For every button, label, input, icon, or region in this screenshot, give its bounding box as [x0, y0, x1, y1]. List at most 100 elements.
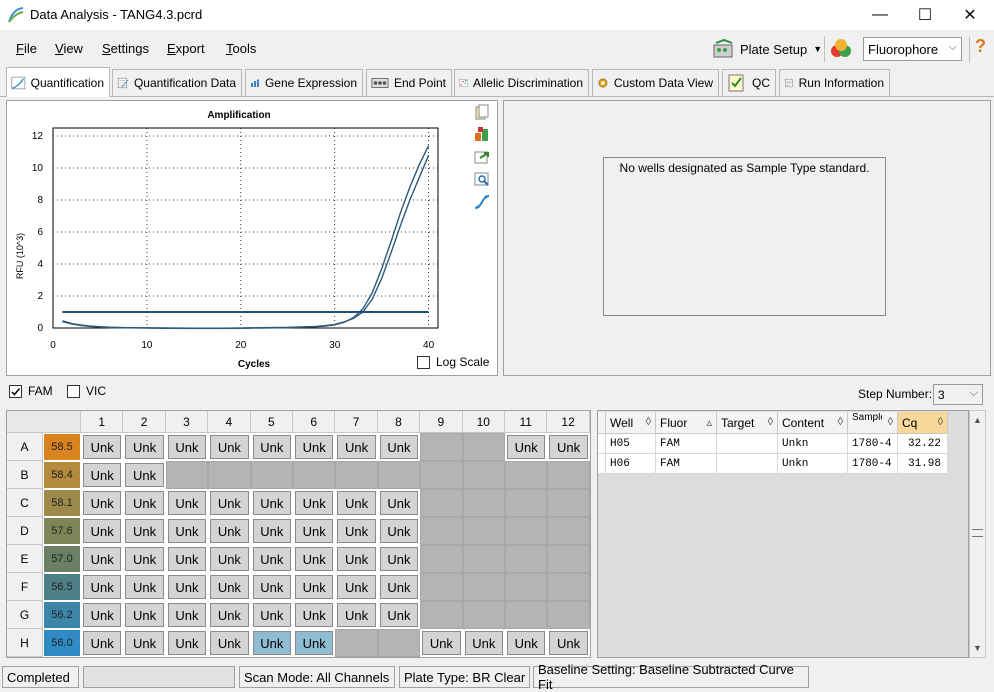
plate-column-header[interactable]: 12 [547, 411, 590, 433]
table-row-selector[interactable] [598, 434, 606, 454]
sort-icon[interactable]: ◊ [888, 416, 893, 428]
well-E4[interactable]: Unk [208, 545, 251, 573]
plate-row-header[interactable]: C [7, 489, 43, 517]
well-D7[interactable]: Unk [335, 517, 378, 545]
well-A4[interactable]: Unk [208, 433, 251, 461]
well-C9[interactable] [420, 489, 463, 517]
close-button[interactable]: ✕ [947, 0, 993, 30]
well-B2[interactable]: Unk [123, 461, 166, 489]
menu-settings[interactable]: Settings [102, 41, 149, 56]
well-D12[interactable] [547, 517, 590, 545]
well-H11[interactable]: Unk [505, 629, 548, 657]
well-G9[interactable] [420, 601, 463, 629]
well-G8[interactable]: Unk [377, 601, 421, 629]
plate-column-header[interactable]: 6 [293, 411, 336, 433]
well-G6[interactable]: Unk [293, 601, 336, 629]
well-D4[interactable]: Unk [208, 517, 251, 545]
table-cell[interactable] [717, 454, 778, 474]
step-number-select[interactable]: 3 ⌵ [933, 384, 983, 405]
menu-file[interactable]: File [16, 41, 37, 56]
plate-row-header[interactable]: F [7, 573, 43, 601]
well-A9[interactable] [420, 433, 463, 461]
well-F7[interactable]: Unk [335, 573, 378, 601]
zoom-chart-icon[interactable] [474, 171, 490, 187]
well-H9[interactable]: Unk [420, 629, 463, 657]
well-E11[interactable] [505, 545, 548, 573]
plate-row-header[interactable]: E [7, 545, 43, 573]
tab-quantification-data[interactable]: Quantification Data [112, 69, 242, 96]
well-G2[interactable]: Unk [123, 601, 166, 629]
well-D6[interactable]: Unk [293, 517, 336, 545]
tab-allelic-discrimination[interactable]: Allelic Discrimination [454, 69, 589, 96]
well-E10[interactable] [462, 545, 505, 573]
plate-row-header[interactable]: G [7, 601, 43, 629]
fam-check-box[interactable] [9, 384, 22, 398]
vic-check-box[interactable] [67, 384, 80, 398]
well-A5[interactable]: Unk [250, 433, 293, 461]
well-F10[interactable] [462, 573, 505, 601]
amplification-chart[interactable]: Amplification Cycles RFU (10^3) 0 10 20 30 4… [6, 100, 498, 376]
plate-column-header[interactable]: 1 [81, 411, 124, 433]
well-F12[interactable] [547, 573, 590, 601]
well-E8[interactable]: Unk [377, 545, 421, 573]
well-C3[interactable]: Unk [165, 489, 209, 517]
well-B1[interactable]: Unk [81, 461, 124, 489]
well-A1[interactable]: Unk [81, 433, 124, 461]
well-group-icon[interactable] [474, 126, 490, 142]
well-C7[interactable]: Unk [335, 489, 378, 517]
column-header-fluor[interactable]: Fluor ▵ [656, 412, 717, 434]
well-A6[interactable]: Unk [293, 433, 336, 461]
well-B9[interactable] [420, 461, 463, 489]
column-header-sample[interactable]: Sample ◊ [848, 412, 898, 434]
well-C11[interactable] [505, 489, 548, 517]
table-cell[interactable]: 1780-4 [848, 454, 898, 474]
well-B6[interactable] [293, 461, 336, 489]
well-A10[interactable] [462, 433, 505, 461]
plate-row-header[interactable]: D [7, 517, 43, 545]
plate-column-header[interactable]: 3 [165, 411, 209, 433]
table-cell[interactable] [717, 434, 778, 454]
well-F1[interactable]: Unk [81, 573, 124, 601]
well-F3[interactable]: Unk [165, 573, 209, 601]
table-scrollbar[interactable]: ▲ ▼ [969, 410, 986, 658]
well-A7[interactable]: Unk [335, 433, 378, 461]
export-chart-icon[interactable] [474, 149, 490, 165]
plate-row-header[interactable]: A [7, 433, 43, 461]
well-D1[interactable]: Unk [81, 517, 124, 545]
vic-checkbox[interactable]: VIC [67, 384, 106, 398]
tab-qc[interactable]: QC [722, 69, 776, 96]
well-E7[interactable]: Unk [335, 545, 378, 573]
tab-quantification[interactable]: Quantification [6, 67, 110, 97]
help-icon[interactable]: ? [975, 36, 986, 57]
well-E6[interactable]: Unk [293, 545, 336, 573]
well-F4[interactable]: Unk [208, 573, 251, 601]
fluorophore-select[interactable]: Fluorophore ⌵ [863, 37, 962, 61]
plate-setup-dropdown-icon[interactable]: ▼ [813, 44, 822, 54]
plate-column-header[interactable]: 7 [335, 411, 378, 433]
well-B3[interactable] [165, 461, 209, 489]
well-F9[interactable] [420, 573, 463, 601]
well-F8[interactable]: Unk [377, 573, 421, 601]
well-B11[interactable] [505, 461, 548, 489]
plate-column-header[interactable]: 9 [420, 411, 463, 433]
log-scale-box[interactable] [417, 355, 430, 369]
well-H8[interactable] [377, 629, 421, 657]
scroll-thumb-grip[interactable] [972, 529, 983, 537]
well-C1[interactable]: Unk [81, 489, 124, 517]
column-header-cq[interactable]: Cq ◊ [898, 412, 948, 434]
well-H10[interactable]: Unk [462, 629, 505, 657]
well-E12[interactable] [547, 545, 590, 573]
plate-setup-button[interactable]: Plate Setup ▼ [712, 37, 822, 61]
well-A2[interactable]: Unk [123, 433, 166, 461]
table-cell[interactable]: 32.22 [898, 434, 948, 454]
scroll-up-icon[interactable]: ▲ [973, 415, 982, 425]
well-E2[interactable]: Unk [123, 545, 166, 573]
plate-column-header[interactable]: 5 [250, 411, 293, 433]
well-G11[interactable] [505, 601, 548, 629]
well-C4[interactable]: Unk [208, 489, 251, 517]
well-D9[interactable] [420, 517, 463, 545]
well-H1[interactable]: Unk [81, 629, 124, 657]
well-H6[interactable]: Unk [293, 629, 336, 657]
well-B8[interactable] [377, 461, 421, 489]
well-B10[interactable] [462, 461, 505, 489]
